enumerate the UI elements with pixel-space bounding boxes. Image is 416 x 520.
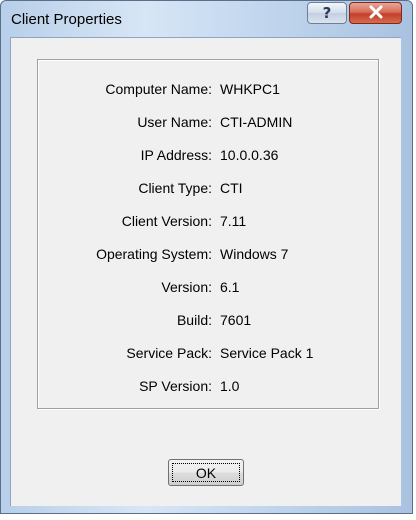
property-value: 7.11 — [220, 213, 247, 229]
property-label: Operating System: — [96, 246, 212, 262]
property-value: CTI — [220, 180, 243, 196]
help-button[interactable]: ? — [307, 2, 347, 24]
property-row: Client Type: CTI — [38, 178, 378, 198]
close-icon — [368, 4, 384, 23]
property-row: Client Version: 7.11 — [38, 211, 378, 231]
ok-button-label: OK — [195, 464, 217, 481]
property-value: CTI-ADMIN — [220, 114, 293, 130]
dialog-body: Computer Name: WHKPC1 User Name: CTI-ADM… — [10, 37, 401, 506]
property-row: IP Address: 10.0.0.36 — [38, 145, 378, 165]
property-value: 1.0 — [220, 378, 240, 394]
property-label: Computer Name: — [105, 81, 212, 97]
property-value: 7601 — [220, 312, 252, 328]
property-row: User Name: CTI-ADMIN — [38, 112, 378, 132]
property-value: 10.0.0.36 — [220, 147, 279, 163]
client-properties-dialog: Client Properties ? Computer Name: WHKPC… — [0, 0, 413, 514]
property-row: Service Pack: Service Pack 1 — [38, 343, 378, 363]
property-row: SP Version: 1.0 — [38, 376, 378, 396]
title-bar[interactable]: Client Properties ? — [1, 1, 412, 37]
property-label: Service Pack: — [126, 345, 212, 361]
property-label: Build: — [176, 312, 212, 328]
property-label: IP Address: — [140, 147, 212, 163]
help-icon: ? — [322, 4, 332, 22]
property-label: Client Type: — [138, 180, 212, 196]
ok-button[interactable]: OK — [168, 459, 244, 486]
property-label: User Name: — [137, 114, 212, 130]
dialog-title: Client Properties — [11, 11, 122, 28]
property-row: Version: 6.1 — [38, 277, 378, 297]
property-row: Build: 7601 — [38, 310, 378, 330]
property-value: Service Pack 1 — [220, 345, 314, 361]
property-label: Client Version: — [121, 213, 212, 229]
close-button[interactable] — [349, 2, 402, 24]
property-label: Version: — [161, 279, 212, 295]
properties-group: Computer Name: WHKPC1 User Name: CTI-ADM… — [37, 59, 379, 409]
property-value: Windows 7 — [220, 246, 289, 262]
property-row: Operating System: Windows 7 — [38, 244, 378, 264]
property-row: Computer Name: WHKPC1 — [38, 79, 378, 99]
property-value: 6.1 — [220, 279, 240, 295]
property-label: SP Version: — [139, 378, 212, 394]
property-value: WHKPC1 — [220, 81, 280, 97]
